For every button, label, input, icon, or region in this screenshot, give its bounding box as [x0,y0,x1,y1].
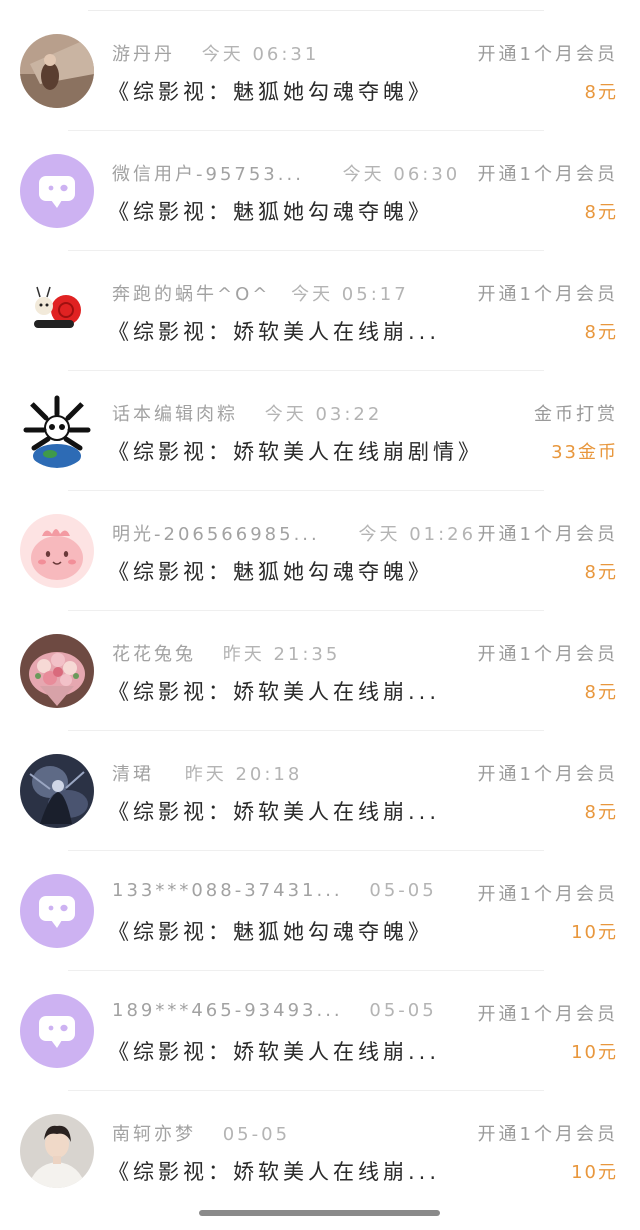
timestamp: 昨天 20:18 [184,764,303,785]
user-name[interactable]: 189***465-93493... [112,1000,343,1021]
action-label: 开通1个月会员 [477,44,618,65]
user-meta: 189***465-93493... 05-05 [112,1000,437,1021]
list-item[interactable]: 清珺 昨天 20:18 《综影视：娇软美人在线崩... 开通1个月会员 8元 [0,720,640,851]
price-label: 8元 [584,562,618,583]
action-label: 开通1个月会员 [477,764,618,785]
price-label: 10元 [571,1162,618,1183]
snail-avatar[interactable] [20,274,94,348]
user-meta: 清珺 昨天 20:18 [112,760,302,786]
timestamp: 今天 06:31 [201,44,320,65]
user-meta: 话本编辑肉粽 今天 03:22 [112,400,382,426]
action-label: 开通1个月会员 [477,1004,618,1025]
user-meta: 花花兔兔 昨天 21:35 [112,640,340,666]
book-title[interactable]: 《综影视：魅狐她勾魂夺魄》 [108,916,433,946]
price-label: 8元 [584,82,618,103]
default-chat-avatar[interactable] [20,994,94,1068]
price-label: 8元 [584,802,618,823]
photo-avatar[interactable] [20,34,94,108]
user-name[interactable]: 奔跑的蜗牛^O^ [112,280,270,306]
list-item[interactable]: 游丹丹 今天 06:31 《综影视：魅狐她勾魂夺魄》 开通1个月会员 8元 [0,0,640,131]
flower-bouquet-avatar[interactable] [20,634,94,708]
pink-creature-avatar[interactable] [20,514,94,588]
timestamp: 今天 05:17 [291,284,409,305]
price-label: 8元 [584,202,618,223]
book-title[interactable]: 《综影视：魅狐她勾魂夺魄》 [108,556,433,586]
book-title[interactable]: 《综影视：娇软美人在线崩剧情》 [108,436,483,466]
book-title[interactable]: 《综影视：娇软美人在线崩... [108,676,440,706]
user-name[interactable]: 南轲亦梦 [112,1120,196,1146]
price-label: 33金币 [551,442,618,463]
book-title[interactable]: 《综影视：娇软美人在线崩... [108,1036,440,1066]
book-title[interactable]: 《综影视：娇软美人在线崩... [108,1156,440,1186]
price-label: 8元 [584,682,618,703]
list-item[interactable]: 微信用户-95753... 今天 06:30 《综影视：魅狐她勾魂夺魄》 开通1… [0,120,640,251]
book-title[interactable]: 《综影视：魅狐她勾魂夺魄》 [108,76,433,106]
timestamp: 05-05 [369,880,437,901]
list-item[interactable]: 南轲亦梦 05-05 《综影视：娇软美人在线崩... 开通1个月会员 10元 [0,1080,640,1200]
user-meta: 游丹丹 今天 06:31 [112,40,319,66]
user-meta: 微信用户-95753... 今天 06:30 [112,160,460,186]
user-meta: 133***088-37431... 05-05 [112,880,437,901]
action-label: 开通1个月会员 [477,524,618,545]
user-meta: 奔跑的蜗牛^O^ 今天 05:17 [112,280,409,306]
user-name[interactable]: 133***088-37431... [112,880,343,901]
user-meta: 明光-206566985... 今天 01:26 [112,520,476,546]
user-name[interactable]: 微信用户-95753... [112,160,304,186]
list-item[interactable]: 话本编辑肉粽 今天 03:22 《综影视：娇软美人在线崩剧情》 金币打赏 33金… [0,360,640,491]
portrait-avatar[interactable] [20,1114,94,1188]
user-name[interactable]: 游丹丹 [112,40,175,66]
action-label: 开通1个月会员 [477,284,618,305]
user-name[interactable]: 花花兔兔 [112,640,196,666]
action-label: 开通1个月会员 [477,1124,618,1145]
book-title[interactable]: 《综影视：魅狐她勾魂夺魄》 [108,196,433,226]
book-title[interactable]: 《综影视：娇软美人在线崩... [108,316,440,346]
user-name[interactable]: 明光-206566985... [112,520,320,546]
action-label: 金币打赏 [534,404,618,425]
price-label: 10元 [571,922,618,943]
action-label: 开通1个月会员 [477,164,618,185]
price-label: 10元 [571,1042,618,1063]
user-meta: 南轲亦梦 05-05 [112,1120,290,1146]
list-item[interactable]: 花花兔兔 昨天 21:35 《综影视：娇软美人在线崩... 开通1个月会员 8元 [0,600,640,731]
default-chat-avatar[interactable] [20,154,94,228]
user-name[interactable]: 清珺 [112,760,154,786]
action-label: 开通1个月会员 [477,644,618,665]
panda-globe-avatar[interactable] [20,394,94,468]
list-item[interactable]: 133***088-37431... 05-05 《综影视：魅狐她勾魂夺魄》 开… [0,840,640,971]
timestamp: 昨天 21:35 [222,644,341,665]
default-chat-avatar[interactable] [20,874,94,948]
list-item[interactable]: 明光-206566985... 今天 01:26 《综影视：魅狐她勾魂夺魄》 开… [0,480,640,611]
timestamp: 05-05 [222,1124,291,1145]
dark-art-avatar[interactable] [20,754,94,828]
list-item[interactable]: 奔跑的蜗牛^O^ 今天 05:17 《综影视：娇软美人在线崩... 开通1个月会… [0,240,640,371]
action-label: 开通1个月会员 [477,884,618,905]
list-item[interactable]: 189***465-93493... 05-05 《综影视：娇软美人在线崩...… [0,960,640,1091]
home-indicator[interactable] [199,1210,440,1216]
timestamp: 今天 03:22 [264,404,383,425]
book-title[interactable]: 《综影视：娇软美人在线崩... [108,796,440,826]
timestamp: 今天 01:26 [358,524,477,545]
user-name[interactable]: 话本编辑肉粽 [112,400,238,426]
price-label: 8元 [584,322,618,343]
timestamp: 今天 06:30 [342,164,461,185]
timestamp: 05-05 [369,1000,437,1021]
